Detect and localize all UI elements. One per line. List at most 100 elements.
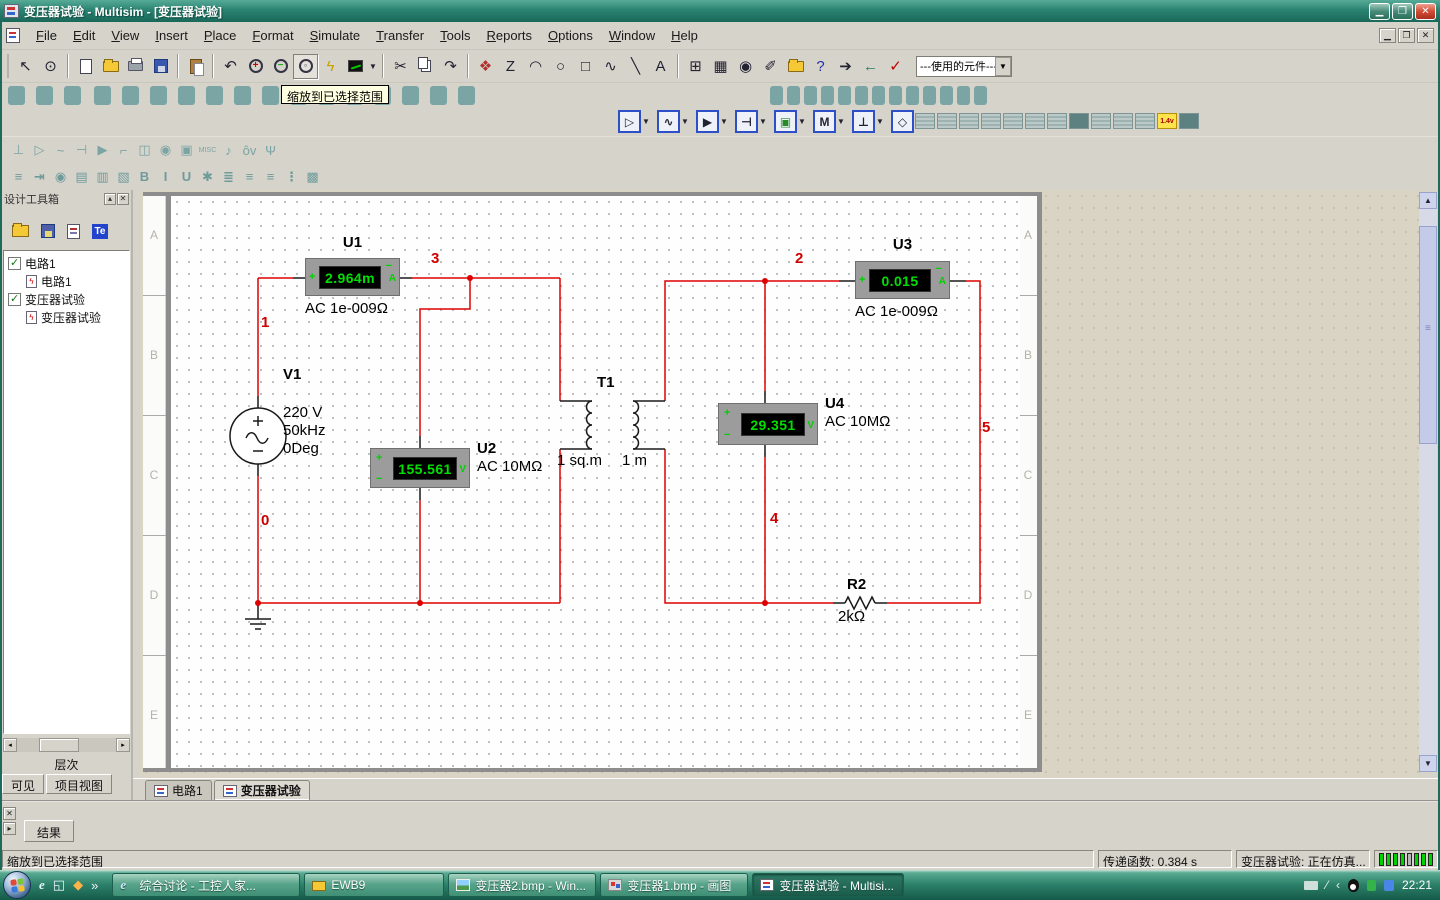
instrument-button[interactable]	[1113, 113, 1133, 129]
in-use-components-dropdown[interactable]: ---使用的元件---▼	[916, 56, 1012, 77]
taskbar-task-1[interactable]: EWB9	[304, 873, 444, 897]
redo-button[interactable]: ↷	[438, 54, 463, 79]
edit-toolbar-icon[interactable]: ≡	[8, 167, 29, 187]
menu-tools[interactable]: Tools	[432, 25, 478, 46]
tray-keyboard-icon[interactable]	[1304, 881, 1318, 890]
disabled-toolbar-button[interactable]	[206, 86, 223, 105]
edit-toolbar-icon[interactable]: I	[155, 167, 176, 187]
menu-options[interactable]: Options	[540, 25, 601, 46]
save-button[interactable]	[148, 54, 173, 79]
misc-family-button[interactable]: ▣	[774, 110, 797, 133]
parts-toolbar-icon[interactable]: ▷	[29, 140, 50, 160]
edit-toolbar-icon[interactable]: ≡	[260, 167, 281, 187]
parts-toolbar-icon[interactable]: ⊣	[71, 140, 92, 160]
cut-button[interactable]: ✂	[388, 54, 413, 79]
instrument-button[interactable]	[1047, 113, 1067, 129]
quicklaunch-ie-icon[interactable]: e	[39, 877, 45, 893]
disabled-toolbar-button[interactable]	[821, 86, 834, 105]
diode-family-button[interactable]: ▶	[696, 110, 719, 133]
results-close-icon[interactable]: ✕	[3, 807, 16, 820]
parts-toolbar-icon[interactable]: ⊥	[8, 140, 29, 160]
minimize-button[interactable]: ▁	[1369, 3, 1390, 20]
undo-button[interactable]: ↶	[218, 54, 243, 79]
disabled-toolbar-button[interactable]	[178, 86, 195, 105]
disabled-toolbar-button[interactable]	[262, 86, 279, 105]
start-button[interactable]	[3, 871, 31, 899]
instrument-button[interactable]	[1091, 113, 1111, 129]
instrument-button[interactable]	[959, 113, 979, 129]
restore-button[interactable]: ❐	[1392, 3, 1413, 20]
parts-toolbar-icon[interactable]: ▶	[92, 140, 113, 160]
new-sheet-icon[interactable]	[67, 224, 80, 239]
erc-check-button[interactable]: ✓	[883, 54, 908, 79]
text-edit-icon[interactable]: Te	[92, 224, 108, 239]
analog-family-dropdown-icon[interactable]: ▼	[641, 110, 651, 133]
schematic-canvas[interactable]: AABBCCDDEE	[133, 190, 1440, 778]
parts-toolbar-icon[interactable]: ⌐	[113, 140, 134, 160]
sheet-tab-0[interactable]: 电路1	[145, 780, 212, 800]
tray-messenger-icon[interactable]	[1384, 880, 1394, 891]
tray-antivirus-icon[interactable]	[1367, 880, 1376, 891]
disabled-toolbar-button[interactable]	[906, 86, 919, 105]
zoom-out-button[interactable]	[268, 54, 293, 79]
parts-toolbar-icon[interactable]: MISC	[197, 140, 218, 160]
grapher-dropdown-icon[interactable]: ▼	[368, 55, 378, 78]
open-sample-button[interactable]	[783, 54, 808, 79]
disabled-toolbar-button[interactable]	[838, 86, 851, 105]
results-expand-icon[interactable]: ▸	[3, 822, 16, 835]
disabled-toolbar-button[interactable]	[974, 86, 987, 105]
edit-toolbar-icon[interactable]: ◉	[50, 167, 71, 187]
menu-help[interactable]: Help	[663, 25, 706, 46]
machine-family-dropdown-icon[interactable]: ▼	[836, 110, 846, 133]
instrument-button[interactable]	[1179, 113, 1199, 129]
menu-insert[interactable]: Insert	[147, 25, 196, 46]
print-button[interactable]	[123, 54, 148, 79]
magnifier-tool-button[interactable]: ⊙	[38, 54, 63, 79]
disabled-toolbar-button[interactable]	[36, 86, 53, 105]
menu-place[interactable]: Place	[196, 25, 245, 46]
toolbox-tab-1[interactable]: 项目视图	[46, 774, 112, 794]
paste-button[interactable]	[183, 54, 208, 79]
panel-close-button[interactable]: ✕	[117, 193, 129, 205]
toolbox-tab-0[interactable]: 可见	[2, 774, 44, 794]
transistor-family-button[interactable]: ⊣	[735, 110, 758, 133]
disabled-toolbar-button[interactable]	[940, 86, 953, 105]
ammeter-u3[interactable]: 0.015 + − A	[855, 261, 950, 299]
edit-toolbar-icon[interactable]: ⇥	[29, 167, 50, 187]
back-annotate-button[interactable]: ←	[858, 54, 883, 79]
open-file-button[interactable]	[98, 54, 123, 79]
indicator-family-button[interactable]: ◇	[891, 110, 914, 133]
scrollbar-thumb[interactable]	[39, 738, 79, 752]
disabled-toolbar-button[interactable]	[804, 86, 817, 105]
close-button[interactable]: ✕	[1415, 3, 1436, 20]
edit-toolbar-icon[interactable]: ▩	[302, 167, 323, 187]
parts-toolbar-icon[interactable]: ▣	[176, 140, 197, 160]
parts-toolbar-icon[interactable]: Ψ	[260, 140, 281, 160]
taskbar-task-2[interactable]: 变压器2.bmp - Win...	[448, 873, 596, 897]
menu-simulate[interactable]: Simulate	[302, 25, 369, 46]
pointer-tool-button[interactable]: ↖	[13, 54, 38, 79]
menu-window[interactable]: Window	[601, 25, 663, 46]
sheet-tab-1[interactable]: 变压器试验	[214, 780, 310, 800]
instrument-button[interactable]	[915, 113, 935, 129]
edit-toolbar-icon[interactable]: ⋮	[281, 167, 302, 187]
quicklaunch-desktop-icon[interactable]: ◱	[53, 877, 65, 893]
results-tab[interactable]: 结果	[24, 820, 74, 842]
parts-toolbar-icon[interactable]: ◫	[134, 140, 155, 160]
edit-toolbar-icon[interactable]: ≣	[218, 167, 239, 187]
basic-family-dropdown-icon[interactable]: ▼	[680, 110, 690, 133]
quicklaunch-app-icon[interactable]: ◆	[73, 877, 83, 893]
edit-symbol-button[interactable]: ✐	[758, 54, 783, 79]
vertical-scrollbar[interactable]: ▲ ▼	[1419, 192, 1437, 772]
disabled-toolbar-button[interactable]	[402, 86, 419, 105]
toolbox-horizontal-scrollbar[interactable]: ◂ ▸	[3, 738, 130, 752]
misc-family-dropdown-icon[interactable]: ▼	[797, 110, 807, 133]
scroll-right-icon[interactable]: ▸	[116, 738, 130, 752]
text-tool-button[interactable]: A	[648, 54, 673, 79]
edit-toolbar-icon[interactable]: ▤	[71, 167, 92, 187]
database-button[interactable]: ◉	[733, 54, 758, 79]
zoom-area-button[interactable]	[293, 54, 318, 79]
hierarchy-button[interactable]: ⊞	[683, 54, 708, 79]
grapher-button[interactable]	[343, 54, 368, 79]
shape-rectangle-button[interactable]: □	[573, 54, 598, 79]
